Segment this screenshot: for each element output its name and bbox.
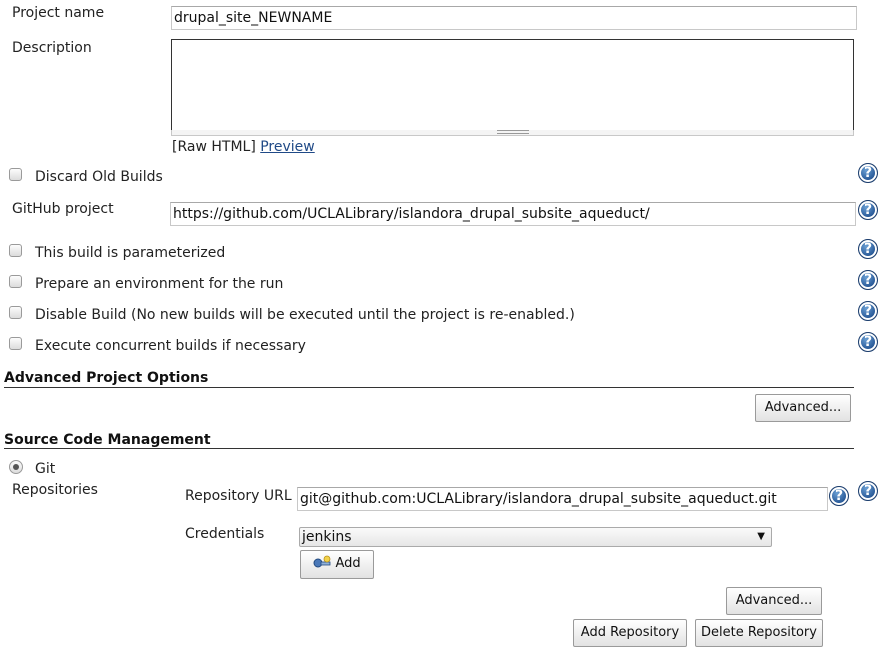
help-icon[interactable]: ? — [858, 163, 878, 183]
description-format-row: [Raw HTML] Preview — [172, 139, 315, 155]
help-icon[interactable]: ? — [829, 486, 849, 506]
credentials-select[interactable]: jenkins ▼ — [299, 527, 772, 547]
github-project-label: GitHub project — [12, 201, 114, 217]
add-repository-button[interactable]: Add Repository — [573, 619, 687, 647]
disable-build-checkbox[interactable] — [9, 306, 22, 319]
scm-title: Source Code Management — [4, 432, 211, 448]
help-icon[interactable]: ? — [858, 481, 878, 501]
repository-advanced-button[interactable]: Advanced... — [726, 587, 822, 615]
delete-repository-button[interactable]: Delete Repository — [695, 619, 823, 647]
add-credentials-button[interactable]: Add — [300, 550, 374, 579]
section-divider — [4, 448, 854, 449]
help-icon[interactable]: ? — [858, 270, 878, 290]
git-radio[interactable] — [9, 460, 23, 474]
prepare-env-label: Prepare an environment for the run — [35, 276, 284, 292]
description-label: Description — [12, 40, 92, 56]
disable-build-label: Disable Build (No new builds will be exe… — [35, 307, 575, 323]
concurrent-builds-checkbox[interactable] — [9, 337, 22, 350]
key-icon — [313, 555, 331, 568]
git-label: Git — [35, 461, 56, 477]
repositories-label: Repositories — [12, 482, 98, 498]
parameterized-label: This build is parameterized — [35, 245, 226, 261]
advanced-project-options-title: Advanced Project Options — [4, 370, 209, 386]
repository-url-label: Repository URL — [185, 488, 292, 504]
help-icon[interactable]: ? — [858, 239, 878, 259]
help-icon[interactable]: ? — [858, 301, 878, 321]
preview-link[interactable]: Preview — [260, 139, 315, 155]
credentials-label: Credentials — [185, 526, 265, 542]
raw-html-label: [Raw HTML] — [172, 139, 256, 155]
parameterized-checkbox[interactable] — [9, 244, 22, 257]
project-name-label: Project name — [12, 5, 105, 21]
github-project-input[interactable]: https://github.com/UCLALibrary/islandora… — [170, 202, 856, 226]
concurrent-builds-label: Execute concurrent builds if necessary — [35, 338, 306, 354]
help-icon[interactable]: ? — [858, 200, 878, 220]
section-divider — [4, 387, 854, 388]
discard-old-builds-label: Discard Old Builds — [35, 169, 163, 185]
advanced-project-options-button[interactable]: Advanced... — [755, 394, 851, 422]
help-icon[interactable]: ? — [858, 332, 878, 352]
repository-url-input[interactable]: git@github.com:UCLALibrary/islandora_dru… — [297, 487, 828, 511]
credentials-selected-value: jenkins — [302, 529, 352, 545]
description-textarea[interactable] — [171, 39, 854, 131]
textarea-resize-handle[interactable] — [171, 130, 854, 136]
discard-old-builds-checkbox[interactable] — [9, 168, 22, 181]
project-name-input[interactable]: drupal_site_NEWNAME — [171, 6, 857, 30]
chevron-down-icon: ▼ — [757, 531, 765, 542]
add-button-label: Add — [335, 556, 361, 571]
prepare-env-checkbox[interactable] — [9, 275, 22, 288]
